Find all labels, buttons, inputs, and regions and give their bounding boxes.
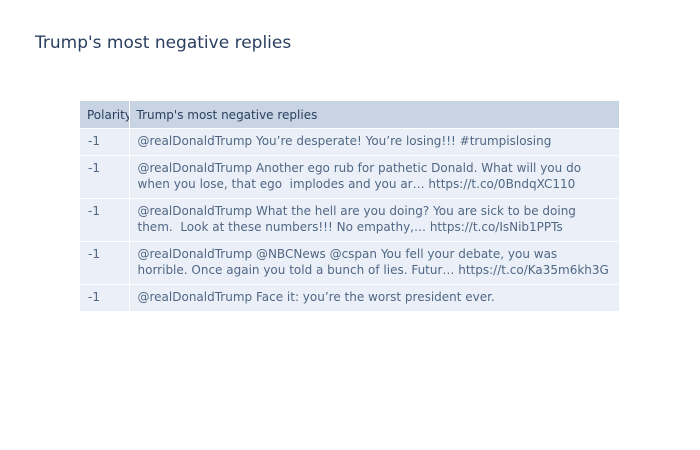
table-row: -1 @realDonaldTrump You’re desperate! Yo… [80, 128, 619, 156]
reply-text-cell: @realDonaldTrump What the hell are you d… [129, 198, 619, 242]
header-replies: Trump's most negative replies [129, 101, 619, 129]
polarity-cell: -1 [80, 155, 130, 199]
replies-table: Polarity Trump's most negative replies -… [80, 101, 619, 312]
table-row: -1 @realDonaldTrump What the hell are yo… [80, 198, 619, 242]
reply-text-cell: @realDonaldTrump You’re desperate! You’r… [129, 128, 619, 156]
table-row: -1 @realDonaldTrump @NBCNews @cspan You … [80, 241, 619, 285]
table-header-row: Polarity Trump's most negative replies [80, 101, 619, 129]
reply-text-cell: @realDonaldTrump Face it: you’re the wor… [129, 284, 619, 312]
polarity-cell: -1 [80, 128, 130, 156]
header-polarity: Polarity [80, 101, 130, 129]
table-row: -1 @realDonaldTrump Another ego rub for … [80, 155, 619, 199]
reply-text-cell: @realDonaldTrump @NBCNews @cspan You fel… [129, 241, 619, 285]
replies-table-container[interactable]: Polarity Trump's most negative replies -… [80, 101, 619, 321]
chart-title: Trump's most negative replies [35, 33, 292, 53]
polarity-cell: -1 [80, 241, 130, 285]
polarity-cell: -1 [80, 284, 130, 312]
table-row: -1 @realDonaldTrump Face it: you’re the … [80, 284, 619, 312]
reply-text-cell: @realDonaldTrump Another ego rub for pat… [129, 155, 619, 199]
polarity-cell: -1 [80, 198, 130, 242]
